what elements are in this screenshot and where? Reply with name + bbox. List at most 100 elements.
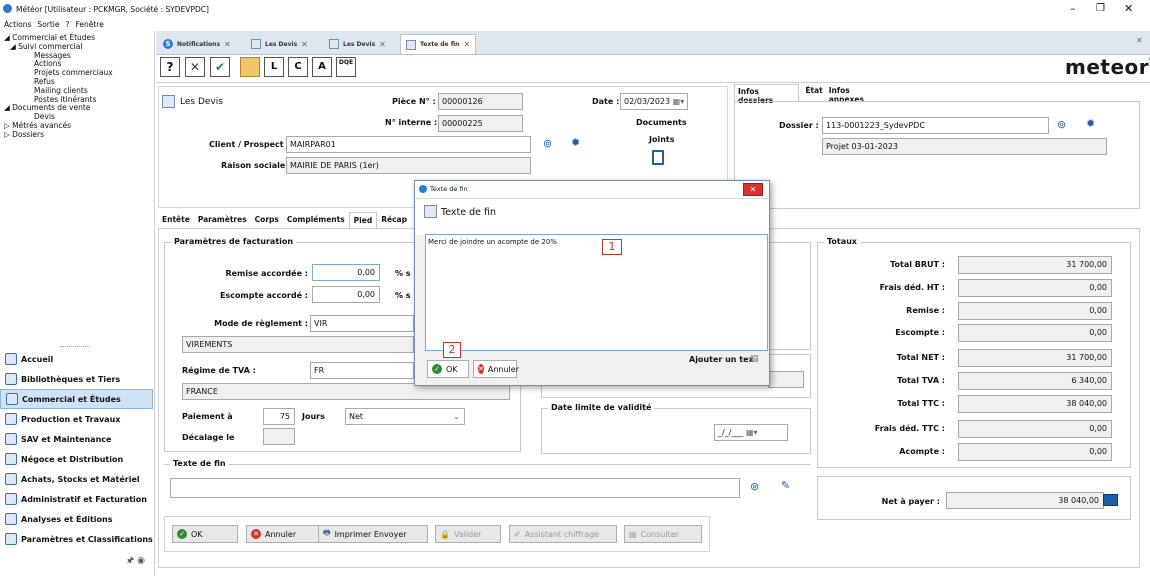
tab-parametres[interactable]: Paramètres bbox=[194, 212, 251, 228]
paiement-days-field[interactable]: 75 bbox=[263, 408, 295, 425]
category-production[interactable]: Production et Travaux bbox=[0, 409, 153, 429]
document-icon[interactable] bbox=[652, 150, 664, 165]
add-text-icon[interactable]: ▤ bbox=[750, 354, 759, 364]
wand-icon: ✐ bbox=[514, 529, 521, 539]
category-parametres[interactable]: Paramètres et Classifications bbox=[0, 529, 153, 549]
insert-comment-icon[interactable]: C bbox=[288, 57, 308, 77]
module-title: Les Devis bbox=[180, 97, 223, 107]
splitter-handle[interactable] bbox=[60, 346, 90, 347]
decalage-field[interactable] bbox=[263, 428, 295, 445]
tab-devis-2[interactable]: Les Devis ✕ bbox=[324, 34, 391, 54]
dialog-close-icon[interactable]: ✕ bbox=[743, 183, 763, 196]
maximize-icon[interactable]: ❐ bbox=[1096, 3, 1105, 14]
dqe-icon[interactable]: DQE bbox=[336, 57, 356, 77]
cancel-button[interactable]: ✕ Annuler bbox=[246, 525, 320, 543]
sav-icon bbox=[5, 433, 17, 445]
devis-icon bbox=[424, 205, 437, 218]
close-tab-icon[interactable]: ✕ bbox=[301, 40, 308, 49]
total-value: 0,00 bbox=[958, 302, 1112, 320]
dialog-textarea[interactable]: Merci de joindre un acompte de 20% 1 bbox=[425, 234, 768, 351]
currency-icon[interactable] bbox=[1103, 494, 1118, 506]
category-sav[interactable]: SAV et Maintenance bbox=[0, 429, 153, 449]
client-field[interactable]: MAIRPAR01 bbox=[286, 136, 531, 153]
add-text-field[interactable] bbox=[768, 371, 804, 388]
insert-text-icon[interactable]: A bbox=[312, 57, 332, 77]
settings-icon bbox=[5, 533, 17, 545]
tab-etat[interactable]: État bbox=[805, 84, 822, 101]
dialog-header: Texte de fin bbox=[415, 199, 769, 235]
check-icon: ✓ bbox=[177, 529, 187, 539]
close-icon[interactable]: ✕ bbox=[185, 57, 205, 77]
raison-field[interactable]: MAIRIE DE PARIS (1er) bbox=[286, 157, 531, 174]
insert-line-icon[interactable]: L bbox=[264, 57, 284, 77]
projet-field[interactable]: Projet 03-01-2023 bbox=[822, 138, 1107, 155]
tree-item[interactable]: ▷ Dossiers bbox=[4, 130, 113, 140]
texte-fin-dialog: Texte de fin ✕ Texte de fin Merci de joi… bbox=[414, 180, 770, 386]
category-accueil[interactable]: Accueil bbox=[0, 349, 153, 369]
category-achats[interactable]: Achats, Stocks et Matériel bbox=[0, 469, 153, 489]
menu-bar: Actions Sortie ? Fenêtre bbox=[4, 20, 104, 29]
dossier-label: Dossier : bbox=[779, 121, 819, 130]
edit-icon[interactable]: ✎ bbox=[781, 479, 790, 492]
texte-fin-field[interactable] bbox=[170, 478, 740, 498]
tab-entete[interactable]: Entête bbox=[158, 212, 194, 228]
validite-title: Date limite de validité bbox=[548, 403, 655, 412]
dialog-cancel-button[interactable]: ✕ Annuler bbox=[473, 360, 519, 378]
tva-field[interactable]: FR bbox=[310, 362, 414, 379]
marker-2: 2 bbox=[443, 342, 461, 358]
ok-button[interactable]: ✓ OK bbox=[172, 525, 238, 543]
tree-item[interactable]: ◢ Documents de vente bbox=[4, 103, 113, 113]
tab-infos-annexes[interactable]: Infos annexes bbox=[829, 84, 886, 104]
menu-fenetre[interactable]: Fenêtre bbox=[75, 20, 103, 29]
assistant-button[interactable]: ✐ Assistant chiffrage bbox=[509, 525, 617, 543]
dialog-ok-button[interactable]: ✓ OK bbox=[427, 360, 469, 378]
tab-devis-1[interactable]: Les Devis ✕ bbox=[246, 34, 313, 54]
escompte-field[interactable]: 0,00 bbox=[312, 286, 380, 303]
paiement-type-select[interactable]: Net ⌄ bbox=[345, 408, 465, 425]
dialog-text: Merci de joindre un acompte de 20% bbox=[428, 238, 557, 246]
validate-icon[interactable]: ✔ bbox=[210, 57, 230, 77]
pin-icon[interactable]: 🖈 ◉ bbox=[126, 553, 145, 569]
menu-help[interactable]: ? bbox=[65, 20, 69, 29]
mode-reglement-field[interactable]: VIR bbox=[310, 315, 414, 332]
search-icon[interactable]: ⊚ bbox=[1057, 118, 1066, 131]
internal-field[interactable]: 00000225 bbox=[438, 115, 523, 132]
category-bibliotheques[interactable]: Bibliothèques et Tiers bbox=[0, 369, 153, 389]
print-send-button[interactable]: 🖶 Imprimer Envoyer bbox=[318, 525, 428, 543]
tab-corps[interactable]: Corps bbox=[251, 212, 283, 228]
add-text-label[interactable]: Ajouter un tex bbox=[689, 355, 754, 364]
consult-button[interactable]: ▤ Consulter bbox=[624, 525, 702, 543]
category-analyses[interactable]: Analyses et Éditions bbox=[0, 509, 153, 529]
gear-icon[interactable]: ✹ bbox=[571, 136, 580, 149]
facturation-title: Paramètres de facturation bbox=[171, 237, 297, 246]
dossier-field[interactable]: 113-0001223_SydevPDC bbox=[822, 117, 1049, 134]
category-negoce[interactable]: Négoce et Distribution bbox=[0, 449, 153, 469]
category-commercial[interactable]: Commercial et Études bbox=[0, 389, 153, 409]
menu-actions[interactable]: Actions bbox=[4, 20, 31, 29]
close-tab-icon[interactable]: ✕ bbox=[379, 40, 386, 49]
minimize-icon[interactable]: – bbox=[1070, 2, 1076, 15]
tab-texte-de-fin[interactable]: Texte de fin ✕ bbox=[400, 34, 477, 54]
close-window-icon[interactable]: ✕ bbox=[1124, 2, 1133, 15]
tab-pied[interactable]: Pied bbox=[348, 212, 378, 228]
validate-button[interactable]: 🔒 Valider bbox=[435, 525, 501, 543]
tab-infos-dossiers[interactable]: Infos dossiers bbox=[734, 84, 800, 105]
help-icon[interactable]: ? bbox=[160, 57, 180, 77]
piece-field[interactable]: 00000126 bbox=[438, 93, 523, 110]
menu-sortie[interactable]: Sortie bbox=[37, 20, 59, 29]
tree-item[interactable]: Projets commerciaux bbox=[4, 68, 113, 78]
close-all-icon[interactable]: ✕ bbox=[1136, 36, 1143, 45]
search-icon[interactable]: ⊚ bbox=[750, 480, 759, 493]
close-tab-icon[interactable]: ✕ bbox=[463, 40, 470, 49]
tab-notifications[interactable]: S Notifications ✕ bbox=[158, 34, 236, 54]
folder-icon[interactable] bbox=[240, 57, 260, 77]
tab-recap[interactable]: Récap bbox=[377, 212, 411, 228]
validite-field[interactable]: _/_/___ ▦▾ bbox=[714, 424, 788, 441]
close-tab-icon[interactable]: ✕ bbox=[224, 40, 231, 49]
category-administratif[interactable]: Administratif et Facturation bbox=[0, 489, 153, 509]
search-icon[interactable]: ⊚ bbox=[543, 137, 552, 150]
gear-icon[interactable]: ✹ bbox=[1086, 117, 1095, 130]
date-field[interactable]: 02/03/2023 ▦▾ bbox=[620, 93, 688, 110]
remise-field[interactable]: 0,00 bbox=[312, 264, 380, 281]
tab-complements[interactable]: Compléments bbox=[283, 212, 349, 228]
